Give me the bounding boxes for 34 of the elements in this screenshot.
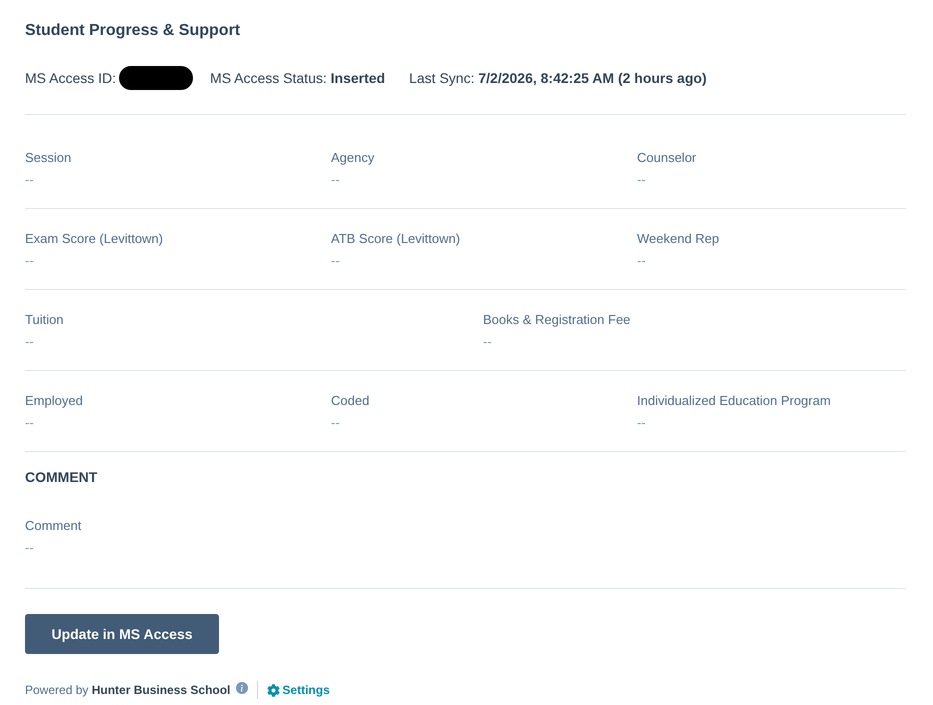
field-value: --	[25, 252, 34, 270]
field-value: --	[483, 333, 492, 351]
field-label: Coded	[331, 392, 370, 410]
field-label: Employed	[25, 392, 83, 410]
status-text: MS Access Status: Inserted	[210, 69, 386, 88]
field-value: --	[637, 414, 646, 432]
field-label: Comment	[25, 517, 82, 535]
field-value: --	[25, 539, 34, 557]
field-label: Exam Score (Levittown)	[25, 230, 163, 248]
settings-icon	[267, 684, 280, 696]
section-heading: COMMENT	[25, 468, 98, 487]
field-value: --	[25, 414, 34, 432]
field-label: Counselor	[637, 149, 696, 167]
field-label: Session	[25, 149, 72, 167]
field-value: --	[331, 171, 340, 189]
field-label: Tuition	[25, 311, 64, 329]
field-label: Individualized Education Program	[637, 392, 831, 410]
field-value: --	[331, 414, 340, 432]
field-label: Books & Registration Fee	[483, 311, 630, 329]
field-value: --	[331, 252, 340, 270]
info-icon[interactable]	[236, 682, 248, 694]
field-value: --	[25, 171, 34, 189]
field-value: --	[637, 252, 646, 270]
field-label: ATB Score (Levittown)	[331, 230, 460, 248]
card-title: Student Progress & Support	[25, 21, 240, 41]
field-value: --	[637, 171, 646, 189]
field-label: Weekend Rep	[637, 230, 720, 248]
sync-text: Last Sync: 7/2/2026, 8:42:25 AM (2 hours ago)	[409, 69, 707, 88]
powered-by-text: Powered by Hunter Business School	[25, 682, 230, 699]
field-value: --	[25, 333, 34, 351]
settings-link[interactable]: Settings	[267, 680, 330, 700]
id-label: MS Access ID:	[25, 69, 116, 88]
update-button[interactable]: Update in MS Access	[25, 614, 219, 654]
field-label: Agency	[331, 149, 374, 167]
